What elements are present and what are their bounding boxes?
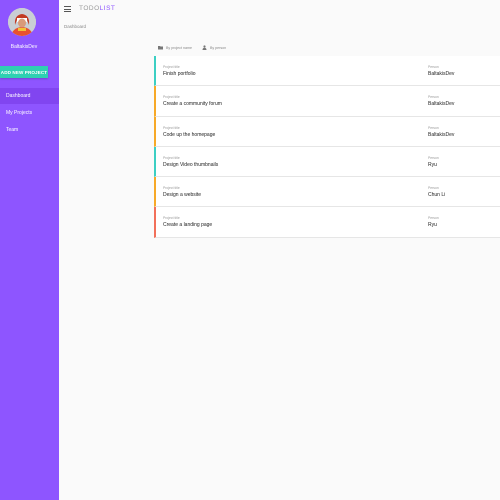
- project-title-label: Project title: [163, 186, 180, 191]
- project-title-label: Project title: [163, 216, 180, 221]
- project-title: Finish portfolio: [163, 71, 196, 77]
- project-title-label: Project title: [163, 155, 180, 160]
- project-row[interactable]: Project title Create a community forum P…: [154, 86, 500, 117]
- person-icon: [202, 45, 207, 50]
- project-title: Code up the homepage: [163, 131, 216, 138]
- project-row[interactable]: Project title Create a landing page Pers…: [154, 207, 500, 238]
- add-new-project-button[interactable]: ADD NEW PROJECT: [0, 66, 48, 78]
- project-person: Ryu: [428, 222, 437, 229]
- project-person: Ryu: [428, 161, 437, 168]
- person-label: Person: [428, 65, 439, 69]
- project-row[interactable]: Project title Design a website Person Ch…: [154, 177, 500, 208]
- project-person: BaltakisDev: [428, 71, 455, 77]
- project-row[interactable]: Project title Code up the homepage Perso…: [154, 116, 500, 147]
- person-label: Person: [428, 95, 439, 100]
- project-title: Create a community forum: [163, 101, 222, 108]
- project-title: Design Video thumbnails: [163, 161, 219, 168]
- sidebar-item-label: Dashboard: [6, 93, 31, 99]
- project-title-label: Project title: [163, 125, 180, 130]
- folder-icon: [158, 46, 163, 50]
- top-bar: TODOLIST: [59, 0, 500, 18]
- person-label: Person: [428, 186, 439, 191]
- person-label: Person: [428, 216, 439, 221]
- project-title: Design a website: [163, 192, 202, 199]
- project-row[interactable]: Project title Finish portfolio Person Ba…: [154, 56, 500, 87]
- sort-by-project-label: By project name: [166, 45, 192, 50]
- hamburger-menu-icon[interactable]: [64, 6, 71, 12]
- sidebar-item-team[interactable]: Team: [0, 122, 59, 138]
- person-label: Person: [428, 125, 439, 130]
- project-person: Chun Li: [428, 192, 446, 199]
- sort-bar: By project name By person: [158, 45, 236, 50]
- sidebar-item-label: Team: [6, 127, 19, 133]
- app-title-part1: TODO: [79, 5, 100, 12]
- app-title: TODOLIST: [79, 5, 115, 12]
- avatar[interactable]: [8, 8, 36, 36]
- app-title-part2: LIST: [99, 5, 116, 12]
- sort-by-person-label: By person: [209, 45, 227, 50]
- sidebar-item-dashboard[interactable]: Dashboard: [0, 88, 59, 104]
- project-row[interactable]: Project title Design Video thumbnails Pe…: [154, 146, 500, 178]
- page-title: Dashboard: [64, 24, 87, 29]
- project-title-label: Project title: [163, 65, 180, 69]
- username: BaltakisDev: [10, 44, 38, 50]
- person-label: Person: [428, 155, 439, 160]
- project-title: Create a landing page: [163, 222, 213, 229]
- sidebar: BaltakisDev ADD NEW PROJECT Dashboard My…: [0, 0, 59, 500]
- avatar-image: [8, 8, 36, 36]
- sidebar-item-my-projects[interactable]: My Projects: [0, 105, 59, 121]
- project-title-label: Project title: [163, 95, 180, 100]
- project-person: BaltakisDev: [428, 131, 455, 138]
- sort-by-project-button[interactable]: By project name: [158, 45, 192, 50]
- sidebar-item-label: My Projects: [6, 110, 33, 116]
- sort-by-person-button[interactable]: By person: [202, 45, 226, 50]
- project-person: BaltakisDev: [428, 101, 455, 108]
- project-list: Project title Finish portfolio Person Ba…: [154, 56, 500, 238]
